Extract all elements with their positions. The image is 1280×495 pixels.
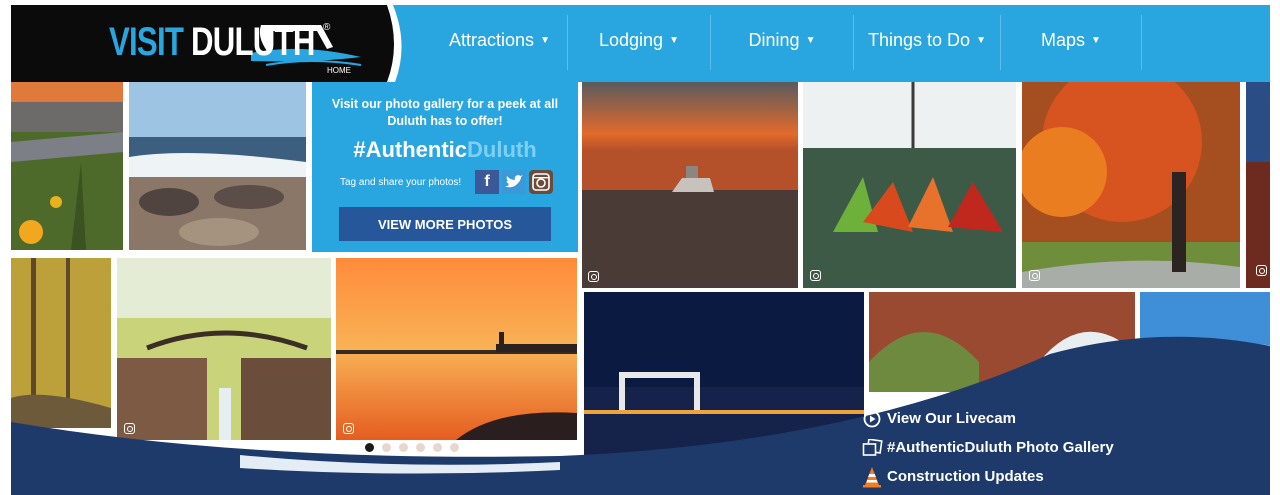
- instagram-icon: [1256, 265, 1267, 276]
- photo-tile-lift-bridge-night[interactable]: [584, 292, 864, 462]
- slider-dot[interactable]: [416, 443, 425, 452]
- slider-dot[interactable]: [450, 443, 459, 452]
- instagram-icon: [588, 271, 599, 282]
- facebook-icon[interactable]: f: [475, 170, 499, 194]
- quick-links: View Our Livecam #AuthenticDuluth Photo …: [861, 404, 1114, 491]
- slider-dot[interactable]: [433, 443, 442, 452]
- play-circle-icon: [861, 409, 883, 429]
- slider-dot[interactable]: [382, 443, 391, 452]
- logo-word-visit: VISIT: [109, 20, 192, 64]
- stage: Visit our photo gallery for a peek at al…: [0, 0, 1280, 495]
- photo-tile-autumn-tree[interactable]: [1022, 82, 1240, 288]
- registered-mark: ®: [323, 22, 331, 33]
- nav-things-to-do-label: Things to Do: [868, 29, 971, 50]
- nav-things-to-do[interactable]: Things to Do ▼: [854, 15, 1000, 65]
- photo-gallery-link-label: #AuthenticDuluth Photo Gallery: [887, 439, 1114, 456]
- logo-home-label: HOME: [327, 66, 351, 75]
- photo-tile-boat-sunset[interactable]: [582, 82, 798, 288]
- instagram-icon: [124, 423, 135, 434]
- photo-tile-sky[interactable]: [1140, 292, 1270, 392]
- nav-dining[interactable]: Dining ▼: [711, 15, 853, 65]
- promo-lead: Visit our photo gallery for a peek at al…: [331, 97, 559, 128]
- photo-tile-sunset-flowers[interactable]: [11, 82, 123, 250]
- photo-tile-brick-arch[interactable]: [869, 292, 1135, 392]
- photo-tile-birch-forest[interactable]: [11, 258, 111, 428]
- photo-gallery-link[interactable]: #AuthenticDuluth Photo Gallery: [861, 433, 1114, 462]
- construction-updates-link[interactable]: Construction Updates: [861, 462, 1114, 491]
- visit-duluth-logo[interactable]: VISIT DULUTH ® HOME: [11, 5, 406, 82]
- nav-lodging-label: Lodging: [599, 29, 664, 50]
- twitter-icon[interactable]: [502, 170, 526, 194]
- logo-wordmark: VISIT DULUTH: [109, 20, 315, 65]
- photo-tile-edge[interactable]: [1246, 82, 1270, 288]
- photo-tile-rocky-shore[interactable]: [129, 82, 306, 250]
- chevron-down-icon: ▼: [805, 34, 816, 46]
- nav-attractions[interactable]: Attractions ▼: [432, 15, 567, 65]
- nav-attractions-label: Attractions: [449, 29, 535, 50]
- instagram-icon: [810, 270, 821, 281]
- hashtag-part-b: Duluth: [467, 137, 537, 162]
- chevron-down-icon: ▼: [540, 34, 550, 46]
- photo-tile-maple-leaves[interactable]: [803, 82, 1016, 288]
- logo-word-duluth: DULUTH: [191, 20, 315, 64]
- photos-icon: [861, 438, 883, 458]
- photo-gallery-promo: Visit our photo gallery for a peek at al…: [312, 82, 578, 252]
- instagram-icon[interactable]: [529, 170, 553, 194]
- promo-hashtag: #AuthenticDuluth: [312, 137, 578, 163]
- chevron-down-icon: ▼: [976, 34, 986, 46]
- chevron-down-icon: ▼: [669, 34, 679, 46]
- promo-share-text: Tag and share your photos!: [340, 177, 462, 188]
- nav-dining-label: Dining: [748, 29, 800, 50]
- livecam-link[interactable]: View Our Livecam: [861, 404, 1114, 433]
- nav-maps[interactable]: Maps ▼: [1001, 15, 1141, 65]
- photo-tile-waterfall-bridge[interactable]: [117, 258, 331, 440]
- view-more-photos-button[interactable]: VIEW MORE PHOTOS: [339, 207, 551, 241]
- traffic-cone-icon: [861, 466, 883, 487]
- slider-dots: [365, 443, 467, 452]
- nav-lodging[interactable]: Lodging ▼: [568, 15, 710, 65]
- slider-dot[interactable]: [365, 443, 374, 452]
- instagram-icon: [1029, 270, 1040, 281]
- construction-updates-link-label: Construction Updates: [887, 468, 1044, 485]
- nav-divider: [1141, 15, 1142, 70]
- nav-maps-label: Maps: [1041, 29, 1086, 50]
- photo-tile-lighthouse-sunset[interactable]: [336, 258, 577, 440]
- instagram-icon: [343, 423, 354, 434]
- chevron-down-icon: ▼: [1091, 34, 1101, 46]
- hashtag-part-a: #Authentic: [353, 137, 468, 162]
- livecam-link-label: View Our Livecam: [887, 410, 1016, 427]
- slider-dot[interactable]: [399, 443, 408, 452]
